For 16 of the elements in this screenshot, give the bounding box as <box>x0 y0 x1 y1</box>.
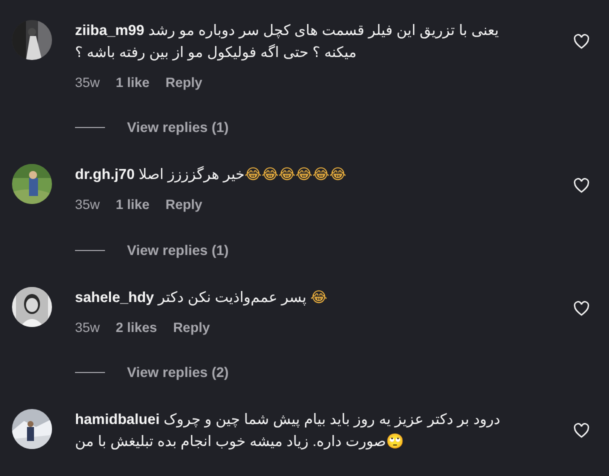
comment-time: 35w <box>75 318 100 336</box>
reply-link[interactable]: Reply <box>166 195 202 216</box>
comment-time: 35w <box>75 74 100 92</box>
heart-icon[interactable] <box>573 34 590 49</box>
view-replies-button[interactable]: View replies (1) <box>127 240 229 260</box>
reply-link[interactable]: Reply <box>166 73 202 94</box>
view-replies-button[interactable]: View replies (1) <box>127 117 229 138</box>
heart-icon[interactable] <box>573 300 590 316</box>
reply-link[interactable]: Reply <box>173 318 210 338</box>
view-replies-button[interactable]: View replies (2) <box>127 362 229 383</box>
likes-link[interactable]: 1 like <box>116 73 150 94</box>
likes-link[interactable]: 1 like <box>116 195 150 216</box>
likes-link[interactable]: 2 likes <box>116 318 158 338</box>
comment-time: 35w <box>75 196 100 214</box>
heart-icon[interactable] <box>573 422 590 438</box>
heart-icon[interactable] <box>573 178 590 194</box>
